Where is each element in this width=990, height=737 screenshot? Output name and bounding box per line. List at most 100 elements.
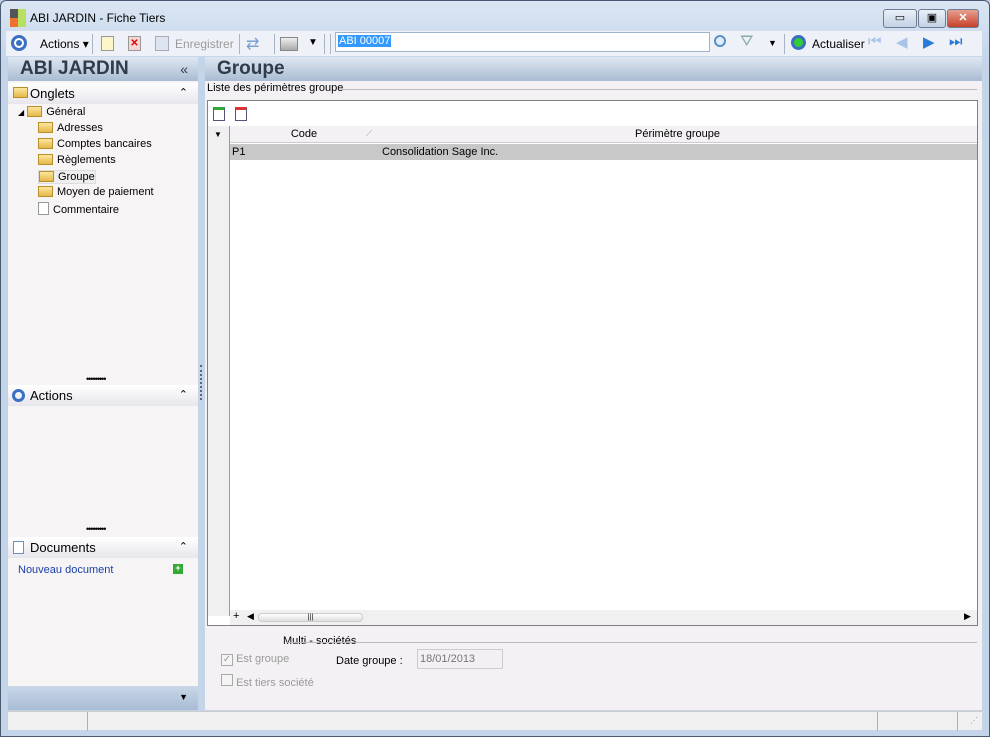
tree-item-reglements[interactable]: Règlements <box>38 154 116 166</box>
status-cell <box>8 712 88 731</box>
est-tiers-label: Est tiers société <box>236 677 314 689</box>
divider <box>286 642 977 643</box>
onglets-label: Onglets <box>30 86 75 101</box>
add-icon[interactable]: + <box>173 564 183 574</box>
separator <box>274 34 275 54</box>
list-group-label: Liste des périmètres groupe <box>207 82 344 94</box>
tree-item-label: Comptes bancaires <box>57 138 152 150</box>
document-icon <box>13 541 24 554</box>
tree-item-groupe[interactable]: Groupe <box>38 170 96 184</box>
multi-group-label: Multi - sociétés <box>283 635 357 647</box>
sync-icon[interactable]: ⇄ <box>246 34 259 54</box>
close-button[interactable]: ✕ <box>947 9 979 28</box>
tree-item-comptes-bancaires[interactable]: Comptes bancaires <box>38 138 152 150</box>
window-title: ABI JARDIN - Fiche Tiers <box>30 11 166 25</box>
date-groupe-field[interactable]: 18/01/2013 <box>417 649 503 669</box>
tree-item-adresses[interactable]: Adresses <box>38 122 103 134</box>
scroll-left-icon[interactable]: ◀ <box>247 611 254 622</box>
previous-record-icon[interactable]: ◀ <box>896 33 908 51</box>
vertical-splitter[interactable] <box>200 365 202 400</box>
separator <box>92 34 93 54</box>
grid-header: Code ⟋ Périmètre groupe <box>230 126 977 143</box>
column-header-code[interactable]: Code <box>230 128 378 140</box>
refresh-icon[interactable] <box>791 35 806 50</box>
folder-icon <box>38 122 53 133</box>
tree-root-label: Général <box>46 106 86 118</box>
scroll-thumb[interactable]: ||| <box>258 613 363 622</box>
document-icon <box>38 202 49 215</box>
new-icon[interactable] <box>101 36 114 51</box>
tree-item-label: Adresses <box>57 122 103 134</box>
add-row-icon[interactable] <box>213 107 225 121</box>
search-icon[interactable] <box>714 35 726 47</box>
cell-code: P1 <box>232 146 246 158</box>
search-value: ABI 00007 <box>338 35 392 47</box>
folder-icon <box>38 138 53 149</box>
menu-circle-icon[interactable] <box>11 35 27 51</box>
save-icon[interactable] <box>155 36 169 51</box>
est-groupe-checkbox[interactable]: ✓ Est groupe <box>221 653 289 666</box>
save-button[interactable]: Enregistrer <box>175 37 234 51</box>
sort-icon: ⟋ <box>366 128 373 138</box>
separator <box>239 34 240 54</box>
resize-grip-icon[interactable]: ⋰ <box>970 716 978 725</box>
search-input[interactable]: ABI 00007 <box>335 32 710 52</box>
collapse-icon[interactable]: ⌃ <box>179 385 188 406</box>
status-bar: ⋰ <box>8 711 982 731</box>
minimize-button[interactable]: ▭ <box>883 9 917 28</box>
actions-icon <box>12 389 25 402</box>
print-dropdown-icon[interactable]: ▼ <box>308 37 318 48</box>
tree-item-commentaire[interactable]: Commentaire <box>38 202 119 216</box>
print-icon[interactable] <box>280 37 298 51</box>
actions-section-header[interactable]: Actions ⌃ <box>8 385 198 406</box>
tree-root[interactable]: ◢ Général <box>18 106 85 118</box>
actions-menu[interactable]: Actions ▾ <box>40 37 89 51</box>
column-header-perimetre[interactable]: Périmètre groupe <box>378 128 977 140</box>
est-tiers-societe-checkbox[interactable]: Est tiers société <box>221 674 314 689</box>
collapse-icon[interactable]: ⌃ <box>179 83 188 104</box>
checkbox[interactable]: ✓ <box>221 654 233 666</box>
delete-icon[interactable]: ✕ <box>128 36 141 51</box>
last-record-icon[interactable]: ⏭ <box>949 33 963 50</box>
cell-perimetre: Consolidation Sage Inc. <box>382 146 499 158</box>
filter-dropdown-icon[interactable]: ▼ <box>768 38 777 48</box>
perimetres-grid: ▼ Code ⟋ Périmètre groupe P1 Consolidati… <box>207 100 978 626</box>
left-panel: ABI JARDIN « Onglets ⌃ ◢ Général Adresses … <box>8 57 198 710</box>
page-title: Groupe <box>205 57 982 81</box>
documents-section-header[interactable]: Documents ⌃ <box>8 537 198 558</box>
folder-icon <box>38 154 53 165</box>
collapse-icon[interactable]: ⌃ <box>179 537 188 558</box>
actions-section-label: Actions <box>30 388 73 403</box>
delete-row-icon[interactable] <box>235 107 247 121</box>
status-cell <box>878 712 958 731</box>
table-row[interactable]: P1 Consolidation Sage Inc. <box>230 144 977 160</box>
horizontal-scrollbar[interactable]: + ◀ ||| ▶ <box>230 610 977 625</box>
filter-icon[interactable]: ⛛ <box>740 33 753 51</box>
maximize-button[interactable]: ▣ <box>918 9 946 28</box>
splitter-handle[interactable]: ••••••••• <box>86 374 106 384</box>
tree-item-label: Groupe <box>58 171 95 183</box>
folder-icon <box>13 87 28 98</box>
divider <box>342 89 977 90</box>
first-record-icon[interactable]: ⏮ <box>868 33 882 50</box>
splitter-handle[interactable]: ••••••••• <box>86 524 106 534</box>
separator <box>324 34 325 54</box>
folder-icon <box>27 106 43 117</box>
expand-icon[interactable]: ▼ <box>179 692 188 702</box>
checkbox[interactable] <box>221 674 233 686</box>
folder-icon <box>38 186 53 197</box>
onglets-section-header[interactable]: Onglets ⌃ <box>8 83 198 104</box>
next-record-icon[interactable]: ▶ <box>923 33 935 51</box>
new-document-link[interactable]: Nouveau document <box>18 564 113 576</box>
refresh-button[interactable]: Actualiser <box>812 37 865 51</box>
separator <box>330 34 331 54</box>
grid-menu-icon[interactable]: ▼ <box>214 130 222 139</box>
app-logo-icon <box>10 9 26 27</box>
scroll-right-icon[interactable]: ▶ <box>964 611 971 622</box>
collapse-panel-button[interactable]: « <box>180 57 188 81</box>
open-folder-icon <box>39 171 54 182</box>
add-icon[interactable]: + <box>233 610 239 622</box>
record-title: ABI JARDIN <box>20 58 129 79</box>
tree-item-moyen-de-paiement[interactable]: Moyen de paiement <box>38 186 154 198</box>
left-panel-header: ABI JARDIN « <box>8 57 198 81</box>
